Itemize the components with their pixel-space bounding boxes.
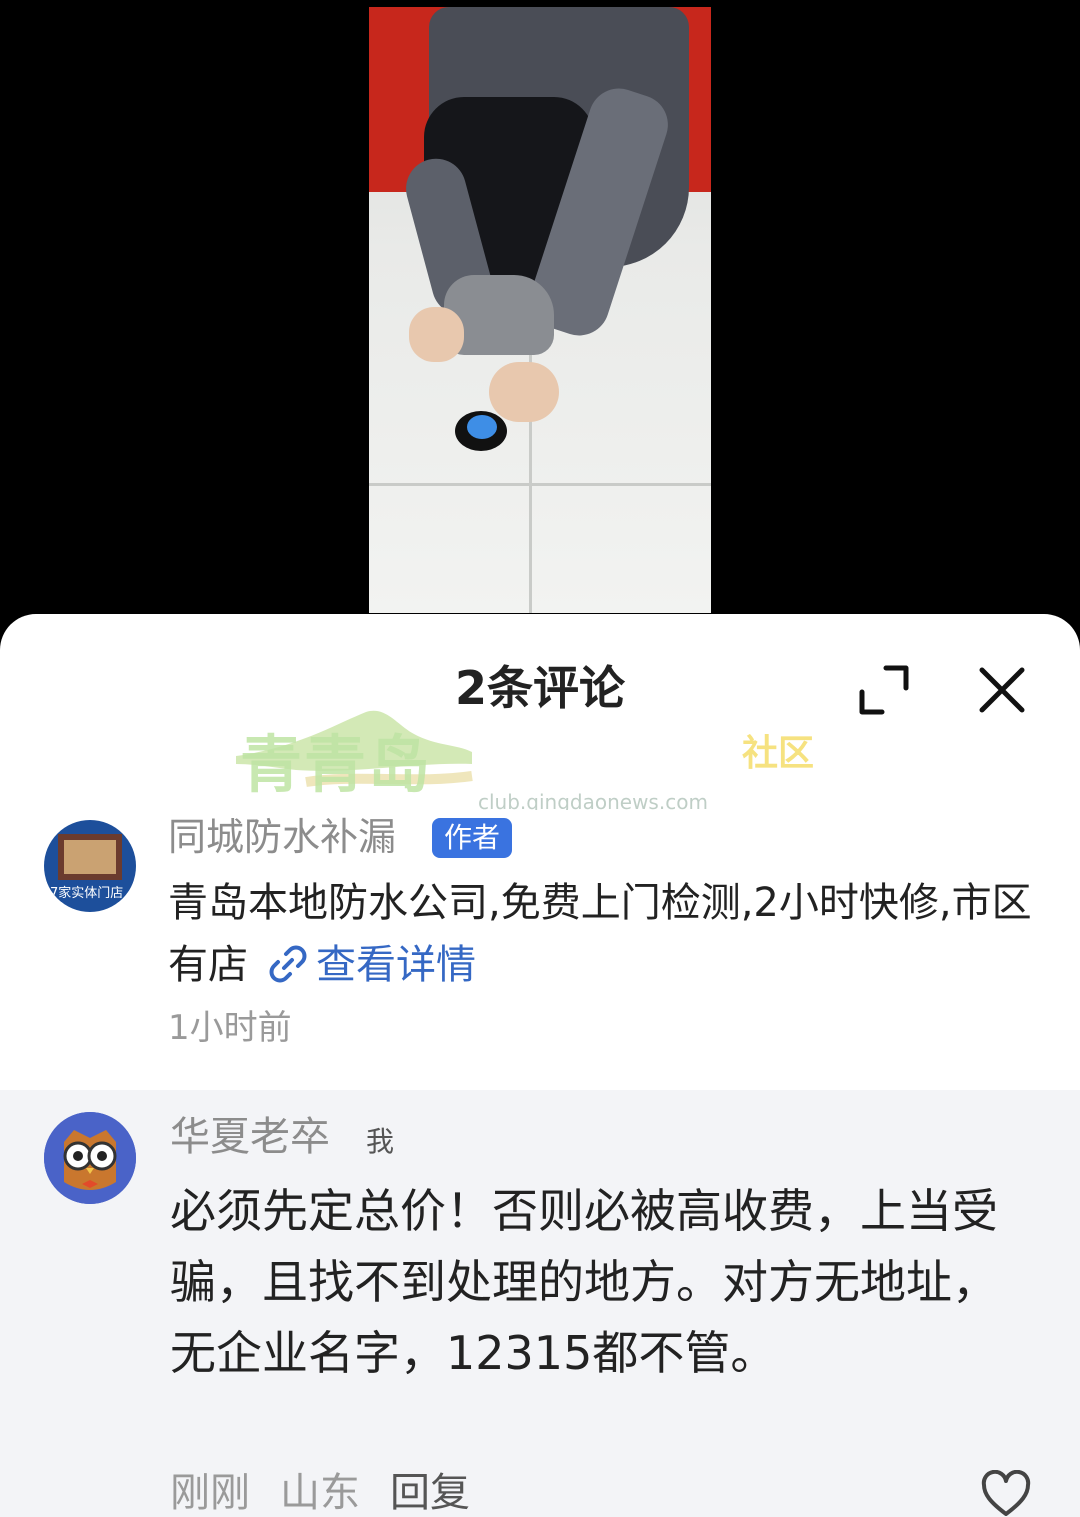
comment-time: 刚刚 bbox=[170, 1470, 250, 1516]
reply-button[interactable]: 回复 bbox=[390, 1470, 470, 1516]
avatar[interactable]: 7家实体门店 bbox=[44, 820, 136, 912]
close-icon bbox=[979, 667, 1025, 713]
link-icon bbox=[269, 945, 307, 983]
expand-icon bbox=[859, 665, 909, 715]
comment-time: 1小时前 bbox=[168, 1008, 292, 1048]
close-button[interactable] bbox=[974, 662, 1030, 718]
comments-sheet: 2条评论 青青岛 社区 club.qingdaonews.com 7家实体门店 … bbox=[0, 614, 1080, 1517]
author-badge: 作者 bbox=[432, 818, 513, 858]
expand-button[interactable] bbox=[856, 662, 912, 718]
like-button[interactable] bbox=[980, 1469, 1032, 1517]
comment-item: 华夏老卒 我 必须先定总价！否则必被高收费，上当受骗，且找不到处理的地方。对方无… bbox=[0, 1090, 1080, 1517]
app-screen: 2条评论 青青岛 社区 club.qingdaonews.com 7家实体门店 … bbox=[0, 0, 1080, 1517]
comment-text: 青岛本地防水公司,免费上门检测,2小时快修,市区有店 查看详情 bbox=[168, 872, 1048, 996]
owl-avatar-icon bbox=[44, 1112, 136, 1204]
avatar[interactable] bbox=[44, 1112, 136, 1204]
heart-icon bbox=[981, 1469, 1031, 1516]
comment-author[interactable]: 同城防水补漏 bbox=[168, 812, 396, 862]
watermark-brand-suffix: 社区 bbox=[742, 733, 815, 774]
comment-location: 山东 bbox=[280, 1470, 360, 1516]
comment-author[interactable]: 华夏老卒 bbox=[170, 1112, 330, 1162]
video-player[interactable] bbox=[369, 7, 711, 613]
comments-title: 2条评论 bbox=[454, 661, 625, 715]
self-tag: 我 bbox=[366, 1125, 395, 1158]
comment-text: 必须先定总价！否则必被高收费，上当受骗，且找不到处理的地方。对方无地址，无企业名… bbox=[170, 1184, 998, 1380]
avatar-text: 7家实体门店 bbox=[50, 886, 124, 901]
video-scene-floor-line bbox=[369, 483, 711, 486]
view-details-label: 查看详情 bbox=[316, 942, 476, 988]
view-details-link[interactable]: 查看详情 bbox=[248, 942, 476, 988]
video-scene-hand bbox=[409, 307, 464, 362]
comment-item: 7家实体门店 同城防水补漏 作者 青岛本地防水公司,免费上门检测,2小时快修,市… bbox=[0, 810, 1080, 1090]
avatar-storefront-window bbox=[64, 840, 116, 874]
video-scene-hand bbox=[489, 362, 559, 422]
watermark-brand: 青青岛 bbox=[240, 728, 433, 801]
comment-meta: 刚刚 山东 回复 bbox=[170, 1468, 500, 1517]
video-scene-device-light bbox=[467, 415, 497, 439]
